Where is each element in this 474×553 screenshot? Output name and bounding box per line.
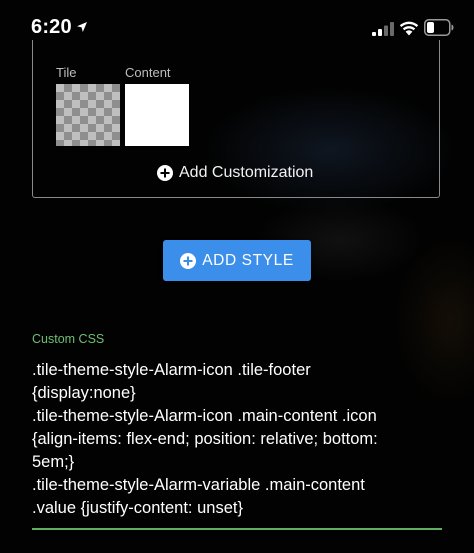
screen: 6:20 Tile Content Add Customization ADD … [0,0,474,553]
plus-circle-icon [157,165,173,181]
customization-panel: Tile Content Add Customization [32,40,440,198]
content-column-label: Content [125,65,171,80]
plus-circle-icon [180,252,197,269]
tile-color-swatch[interactable] [56,84,120,146]
tile-column-label: Tile [56,65,77,80]
battery-icon [424,19,454,36]
add-customization-button[interactable]: Add Customization [157,164,313,182]
custom-css-textarea[interactable]: .tile-theme-style-Alarm-icon .tile-foote… [32,359,442,520]
add-customization-label: Add Customization [179,164,314,181]
status-time: 6:20 [31,16,72,38]
add-style-button[interactable]: ADD STYLE [163,240,311,281]
add-style-label: ADD STYLE [202,251,294,269]
wifi-icon [399,21,419,36]
location-arrow-icon [77,22,87,32]
custom-css-underline [32,528,442,530]
custom-css-label: Custom CSS [32,332,105,346]
content-color-swatch[interactable] [125,84,189,146]
cellular-signal-icon [372,22,394,36]
